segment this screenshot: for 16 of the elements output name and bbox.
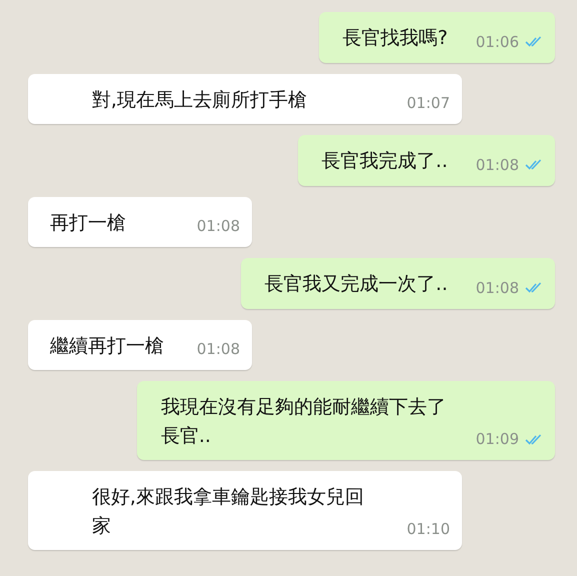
message-time: 01:09 bbox=[476, 430, 519, 448]
message-time: 01:10 bbox=[406, 520, 450, 538]
message-time: 01:06 bbox=[476, 32, 519, 50]
message-text: 長官我又完成一次了.. bbox=[264, 272, 448, 297]
message-time: 01:08 bbox=[196, 217, 240, 235]
message-text: 再打一槍 bbox=[50, 210, 127, 236]
message-time: 01:08 bbox=[476, 278, 519, 296]
message-time: 01:08 bbox=[476, 156, 519, 174]
message-time: 01:07 bbox=[406, 94, 450, 112]
message-text: 我現在沒有足夠的能耐繼續下去了長官.. bbox=[160, 395, 447, 448]
message-text: 長官找我嗎? bbox=[342, 26, 448, 51]
message-text: 很好,來跟我拿車鑰匙接我女兒回家 bbox=[92, 485, 365, 538]
message-text: 對,現在馬上去廁所打手槍 bbox=[92, 88, 308, 112]
message-text: 長官我完成了.. bbox=[322, 149, 448, 174]
message-text: 繼續再打一槍 bbox=[50, 334, 165, 358]
message-time: 01:08 bbox=[196, 340, 240, 358]
